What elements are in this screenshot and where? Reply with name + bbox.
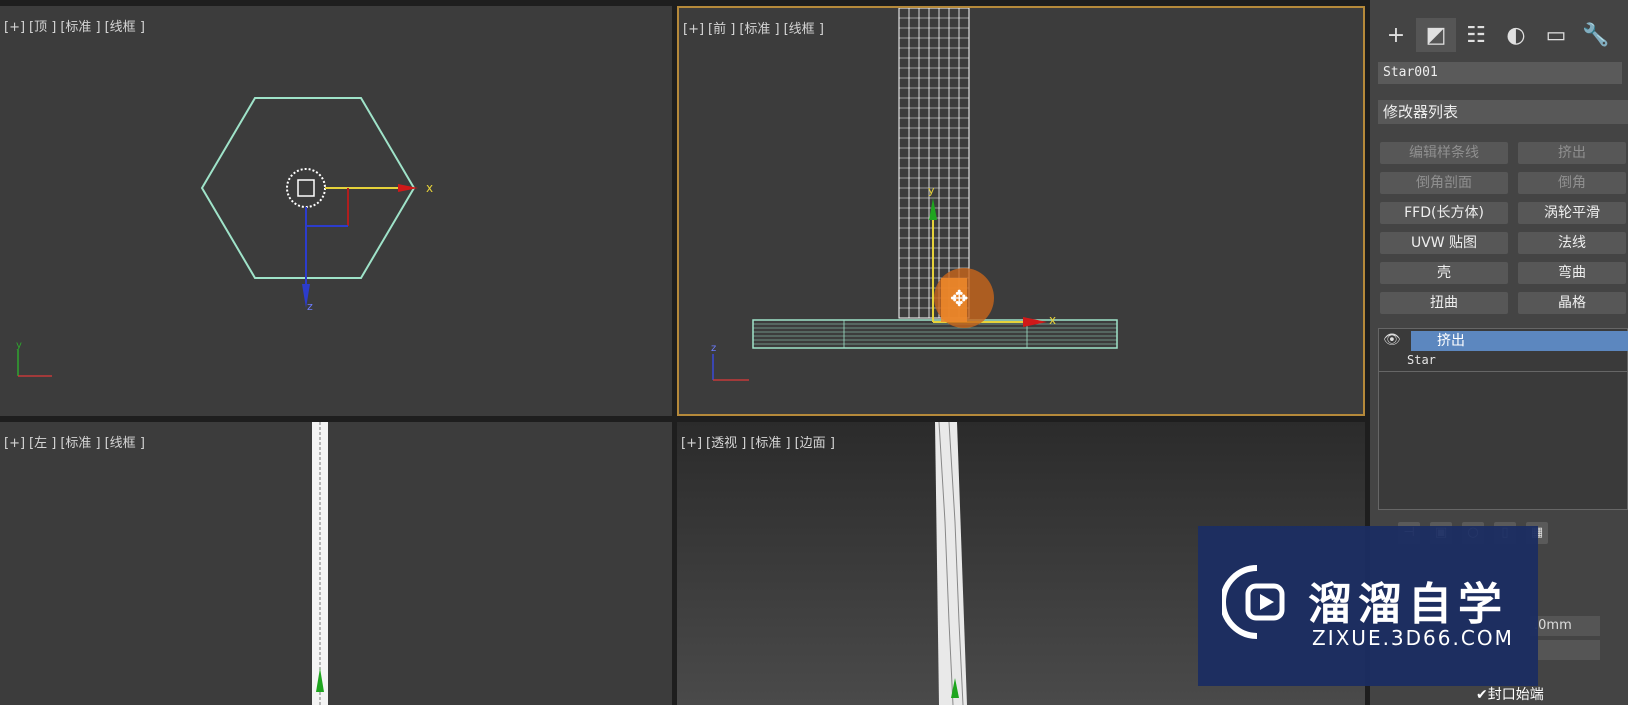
amount-spinner[interactable]: .0mm — [1530, 616, 1600, 636]
x-axis-label: x — [1049, 313, 1056, 327]
modifier-list-dropdown[interactable]: 修改器列表 — [1378, 100, 1628, 124]
motion-icon[interactable]: ◐ — [1496, 18, 1536, 52]
modifier-button[interactable]: 倒角剖面 — [1380, 172, 1508, 194]
play-logo-icon — [1222, 565, 1285, 639]
watermark-url: ZIXUE.3D66.COM — [1312, 626, 1514, 650]
pivot-gizmo[interactable] — [286, 168, 326, 208]
y-axis-label: y — [928, 184, 935, 197]
world-y-label: y — [16, 340, 22, 351]
pivot-box-icon — [297, 179, 315, 197]
modifier-stack[interactable]: 👁 挤出 Star — [1378, 328, 1628, 510]
modifier-button[interactable]: 法线 — [1518, 232, 1626, 254]
stack-item-extrude[interactable]: 挤出 — [1411, 331, 1628, 351]
modifier-button[interactable]: 扭曲 — [1380, 292, 1508, 314]
modifier-button[interactable]: 弯曲 — [1518, 262, 1626, 284]
eye-icon[interactable]: 👁 — [1383, 332, 1401, 348]
display-icon[interactable]: ▭ — [1536, 18, 1576, 52]
modifier-button[interactable]: 编辑样条线 — [1380, 142, 1508, 164]
modifier-button[interactable]: UVW 贴图 — [1380, 232, 1508, 254]
modify-icon[interactable]: ◩ — [1416, 18, 1456, 52]
modifier-button[interactable]: 壳 — [1380, 262, 1508, 284]
create-icon[interactable]: + — [1376, 18, 1416, 52]
x-axis-arrow-icon[interactable] — [1023, 317, 1047, 327]
viewport-left[interactable]: [+] [左 ] [标准 ] [线框 ] — [0, 422, 672, 705]
z-axis-label: z — [307, 300, 313, 313]
hierarchy-icon[interactable]: ☷ — [1456, 18, 1496, 52]
x-axis-label: x — [426, 181, 433, 195]
world-z-label: z — [711, 343, 716, 354]
modifier-button[interactable]: FFD(长方体) — [1380, 202, 1508, 224]
modifier-button[interactable]: 晶格 — [1518, 292, 1626, 314]
move-cursor-icon: ✥ — [950, 287, 968, 312]
y-axis-arrow-icon[interactable] — [929, 198, 937, 220]
segments-spinner[interactable] — [1530, 640, 1600, 660]
watermark: 溜溜自学 ZIXUE.3D66.COM — [1198, 526, 1538, 686]
cap-start-checkbox[interactable]: ✔封口始端 — [1476, 684, 1544, 704]
modifier-button[interactable]: 挤出 — [1518, 142, 1626, 164]
object-name-field[interactable]: Star001 — [1378, 62, 1622, 84]
x-axis-arrow-icon[interactable] — [398, 184, 418, 192]
viewport-front[interactable]: [+] [前 ] [标准 ] [线框 ] ✥ x y z — [677, 6, 1365, 416]
modifier-button[interactable]: 倒角 — [1518, 172, 1626, 194]
command-panel-tabs: + ◩ ☷ ◐ ▭ 🔧 — [1376, 18, 1628, 54]
front-view-canvas: ✥ x y z — [711, 8, 1118, 381]
top-view-canvas: x z y — [16, 97, 433, 377]
viewport-top[interactable]: [+] [顶 ] [标准 ] [线框 ] x z y — [0, 6, 672, 416]
slab-wire-lines — [753, 320, 1117, 348]
left-view-canvas — [312, 422, 328, 705]
stack-item-star[interactable]: Star — [1407, 353, 1436, 367]
utilities-icon[interactable]: 🔧 — [1576, 18, 1616, 52]
cap-start-label: 封口始端 — [1487, 687, 1544, 703]
modifier-button[interactable]: 涡轮平滑 — [1518, 202, 1626, 224]
watermark-title: 溜溜自学 — [1308, 579, 1508, 630]
stack-divider — [1379, 371, 1627, 372]
